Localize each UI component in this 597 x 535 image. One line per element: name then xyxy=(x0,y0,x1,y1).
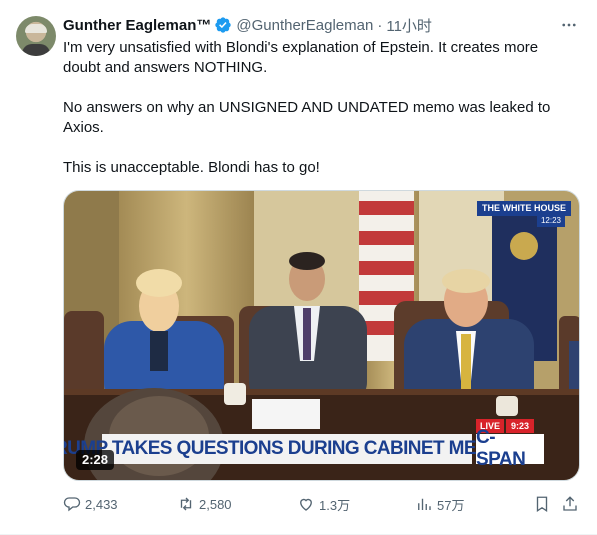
separator-dot: · xyxy=(377,16,383,34)
bookmark-icon xyxy=(536,496,548,513)
author-name[interactable]: Gunther Eagleman™ xyxy=(63,17,211,34)
location-time: 12:23 xyxy=(536,215,565,227)
location-badge: THE WHITE HOUSE xyxy=(476,201,571,216)
reply-button[interactable]: 2,433 xyxy=(63,493,118,515)
like-count: 1.3万 xyxy=(319,497,351,513)
repost-count: 2,580 xyxy=(199,496,232,512)
share-icon xyxy=(563,496,577,511)
views-button[interactable]: 57万 xyxy=(415,493,464,515)
tweet-timestamp[interactable]: 11小时 xyxy=(386,15,432,36)
tweet-actions: 2,433 2,580 1.3万 57万 xyxy=(63,493,583,515)
video-player[interactable]: THE WHITE HOUSE 12:23 LIVE 9:23 TRUMP TA… xyxy=(63,190,580,481)
tweet-paragraph: No answers on why an UNSIGNED AND UNDATE… xyxy=(63,99,551,136)
tweet-paragraph: I'm very unsatisfied with Blondi's expla… xyxy=(63,39,539,76)
tweet-text: I'm very unsatisfied with Blondi's expla… xyxy=(63,38,563,178)
verified-badge-icon xyxy=(214,16,232,34)
heart-icon xyxy=(300,498,312,511)
network-logo: C-SPAN xyxy=(476,427,544,470)
views-count: 57万 xyxy=(437,497,465,513)
author-handle[interactable]: @GuntherEagleman xyxy=(236,17,373,34)
tweet-header: Gunther Eagleman™ @GuntherEagleman · 11小… xyxy=(63,15,432,35)
video-duration: 2:28 xyxy=(76,450,115,470)
reply-count: 2,433 xyxy=(85,496,118,512)
repost-icon xyxy=(180,497,192,511)
avatar[interactable] xyxy=(16,16,56,56)
tweet-paragraph: This is unacceptable. Blondi has to go! xyxy=(63,159,320,176)
video-chyron: TRUMP TAKES QUESTIONS DURING CABINET MEE… xyxy=(64,434,532,464)
more-options-icon[interactable] xyxy=(559,15,579,35)
tweet[interactable]: Gunther Eagleman™ @GuntherEagleman · 11小… xyxy=(0,0,597,535)
share-button[interactable] xyxy=(561,493,583,515)
like-button[interactable]: 1.3万 xyxy=(297,493,350,515)
views-icon xyxy=(418,498,431,510)
reply-icon xyxy=(63,497,81,512)
repost-button[interactable]: 2,580 xyxy=(177,493,232,515)
bookmark-button[interactable] xyxy=(533,493,555,515)
